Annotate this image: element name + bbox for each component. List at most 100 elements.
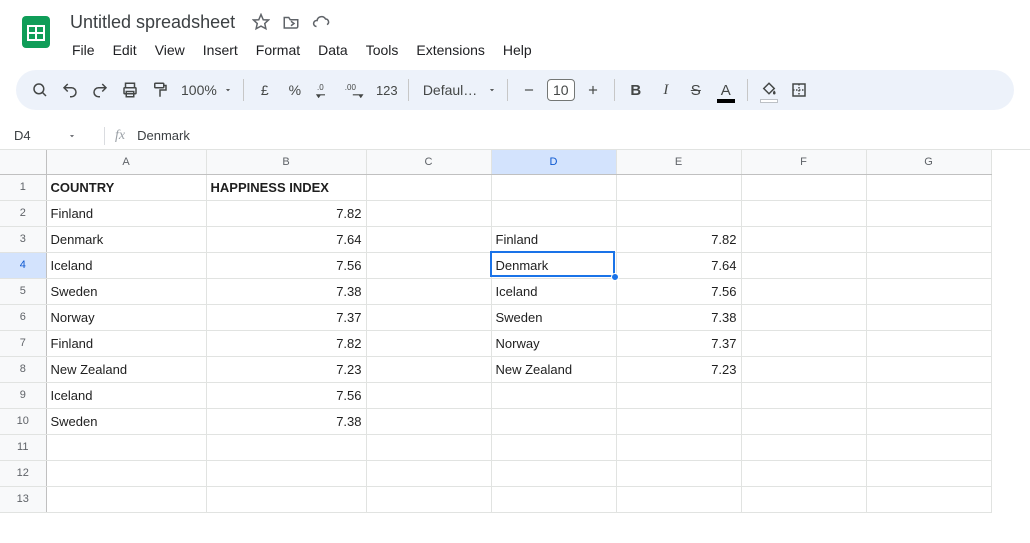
decrease-decimal-button[interactable]: .0 (311, 76, 339, 104)
cell-D12[interactable] (491, 460, 616, 486)
font-size-input[interactable]: 10 (547, 79, 575, 101)
cell-F3[interactable] (741, 226, 866, 252)
cell-F11[interactable] (741, 434, 866, 460)
cell-F9[interactable] (741, 382, 866, 408)
cell-E13[interactable] (616, 486, 741, 512)
cell-C1[interactable] (366, 174, 491, 200)
column-header-G[interactable]: G (866, 150, 991, 174)
menu-edit[interactable]: Edit (105, 38, 145, 62)
cell-D2[interactable] (491, 200, 616, 226)
zoom-dropdown[interactable]: 100% (176, 76, 236, 104)
cell-G2[interactable] (866, 200, 991, 226)
more-formats-button[interactable]: 123 (373, 76, 401, 104)
cell-A12[interactable] (46, 460, 206, 486)
row-header-10[interactable]: 10 (0, 408, 46, 434)
column-header-B[interactable]: B (206, 150, 366, 174)
cell-D10[interactable] (491, 408, 616, 434)
cell-C12[interactable] (366, 460, 491, 486)
cell-E4[interactable]: 7.64 (616, 252, 741, 278)
cell-D8[interactable]: New Zealand (491, 356, 616, 382)
cell-E11[interactable] (616, 434, 741, 460)
cell-C10[interactable] (366, 408, 491, 434)
menu-file[interactable]: File (64, 38, 103, 62)
font-family-dropdown[interactable]: Defaul… (416, 76, 500, 104)
cell-F6[interactable] (741, 304, 866, 330)
cell-E3[interactable]: 7.82 (616, 226, 741, 252)
cell-E2[interactable] (616, 200, 741, 226)
select-all-corner[interactable] (0, 150, 46, 174)
cell-F8[interactable] (741, 356, 866, 382)
cell-G6[interactable] (866, 304, 991, 330)
borders-button[interactable] (785, 76, 813, 104)
cell-D1[interactable] (491, 174, 616, 200)
cell-A9[interactable]: Iceland (46, 382, 206, 408)
cell-B7[interactable]: 7.82 (206, 330, 366, 356)
cell-E1[interactable] (616, 174, 741, 200)
row-header-8[interactable]: 8 (0, 356, 46, 382)
cell-A5[interactable]: Sweden (46, 278, 206, 304)
row-header-3[interactable]: 3 (0, 226, 46, 252)
cell-B5[interactable]: 7.38 (206, 278, 366, 304)
menu-format[interactable]: Format (248, 38, 308, 62)
row-header-9[interactable]: 9 (0, 382, 46, 408)
cell-F4[interactable] (741, 252, 866, 278)
cell-A7[interactable]: Finland (46, 330, 206, 356)
menu-help[interactable]: Help (495, 38, 540, 62)
cell-F10[interactable] (741, 408, 866, 434)
cell-B11[interactable] (206, 434, 366, 460)
column-header-E[interactable]: E (616, 150, 741, 174)
cell-F5[interactable] (741, 278, 866, 304)
cell-F13[interactable] (741, 486, 866, 512)
paint-format-button[interactable] (146, 76, 174, 104)
cell-B3[interactable]: 7.64 (206, 226, 366, 252)
cell-E9[interactable] (616, 382, 741, 408)
cell-E7[interactable]: 7.37 (616, 330, 741, 356)
cell-D6[interactable]: Sweden (491, 304, 616, 330)
cell-E12[interactable] (616, 460, 741, 486)
cell-B9[interactable]: 7.56 (206, 382, 366, 408)
fill-color-button[interactable] (755, 76, 783, 104)
print-button[interactable] (116, 76, 144, 104)
cell-C11[interactable] (366, 434, 491, 460)
cell-F7[interactable] (741, 330, 866, 356)
strikethrough-button[interactable]: S (682, 76, 710, 104)
row-header-4[interactable]: 4 (0, 252, 46, 278)
cell-B1[interactable]: HAPPINESS INDEX (206, 174, 366, 200)
row-header-5[interactable]: 5 (0, 278, 46, 304)
cell-C13[interactable] (366, 486, 491, 512)
text-color-button[interactable]: A (712, 76, 740, 104)
cell-E5[interactable]: 7.56 (616, 278, 741, 304)
cell-A10[interactable]: Sweden (46, 408, 206, 434)
cell-E8[interactable]: 7.23 (616, 356, 741, 382)
cell-F1[interactable] (741, 174, 866, 200)
cell-G12[interactable] (866, 460, 991, 486)
cell-C3[interactable] (366, 226, 491, 252)
menu-insert[interactable]: Insert (195, 38, 246, 62)
cell-A1[interactable]: COUNTRY (46, 174, 206, 200)
sheets-logo[interactable] (16, 8, 56, 56)
cell-B13[interactable] (206, 486, 366, 512)
row-header-2[interactable]: 2 (0, 200, 46, 226)
cell-A13[interactable] (46, 486, 206, 512)
bold-button[interactable]: B (622, 76, 650, 104)
cell-A3[interactable]: Denmark (46, 226, 206, 252)
cell-C2[interactable] (366, 200, 491, 226)
star-icon[interactable] (251, 12, 271, 32)
cloud-status-icon[interactable] (311, 12, 331, 32)
menu-view[interactable]: View (147, 38, 193, 62)
column-header-C[interactable]: C (366, 150, 491, 174)
row-header-11[interactable]: 11 (0, 434, 46, 460)
menu-tools[interactable]: Tools (358, 38, 407, 62)
menu-extensions[interactable]: Extensions (408, 38, 492, 62)
cell-C5[interactable] (366, 278, 491, 304)
cell-E6[interactable]: 7.38 (616, 304, 741, 330)
cell-A6[interactable]: Norway (46, 304, 206, 330)
cell-B4[interactable]: 7.56 (206, 252, 366, 278)
row-header-1[interactable]: 1 (0, 174, 46, 200)
column-header-D[interactable]: D (491, 150, 616, 174)
currency-button[interactable]: £ (251, 76, 279, 104)
cell-C4[interactable] (366, 252, 491, 278)
cell-B6[interactable]: 7.37 (206, 304, 366, 330)
cell-A2[interactable]: Finland (46, 200, 206, 226)
cell-E10[interactable] (616, 408, 741, 434)
